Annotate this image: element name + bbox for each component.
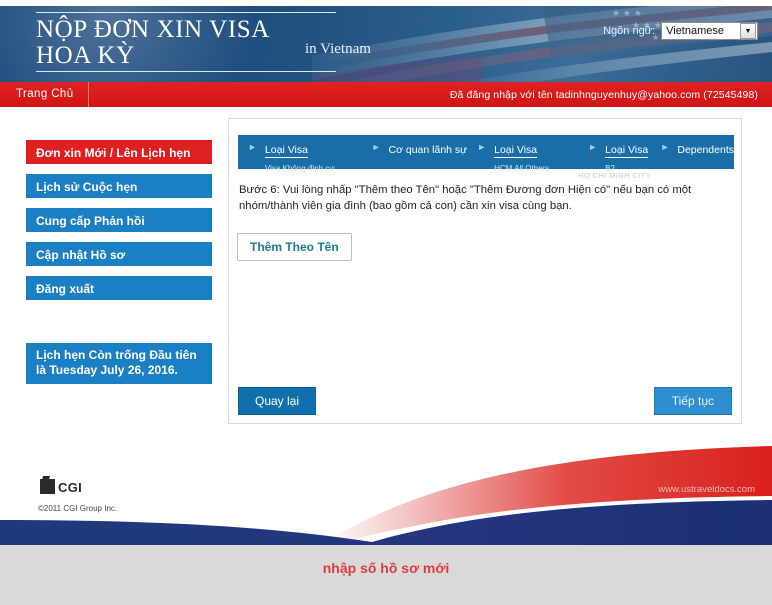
- breadcrumb-main-2: Loại Visa: [494, 144, 538, 158]
- triangle-right-icon: ►: [248, 142, 257, 152]
- site-url-text: www.ustraveldocs.com: [658, 484, 755, 495]
- triangle-right-icon: ►: [477, 142, 487, 152]
- page-title: NỘP ĐƠN XIN VISA HOA KỲ: [36, 12, 336, 72]
- bottom-caption: nhập số hồ sơ mới: [322, 560, 450, 576]
- triangle-right-icon: ►: [660, 142, 670, 152]
- breadcrumb-main-0: Loại Visa: [264, 144, 308, 158]
- back-button[interactable]: Quay lại: [238, 387, 317, 415]
- language-value: Vietnamese: [666, 25, 724, 37]
- page-subtitle: in Vietnam: [305, 41, 371, 57]
- sidebar-item-update-profile[interactable]: Cập nhật Hồ sơ: [26, 242, 212, 266]
- copyright-text: ©2011 CGI Group Inc.: [38, 504, 118, 513]
- login-status: Đã đăng nhập với tên tadinhnguyenhuy@yah…: [449, 88, 758, 101]
- breadcrumb-item-visa-category[interactable]: ► Loại Visa Visa Không định cư: [238, 139, 362, 173]
- step-instruction-text: Bước 6: Vui lòng nhấp "Thêm theo Tên" ho…: [239, 184, 692, 212]
- language-label: Ngôn ngữ:: [603, 25, 656, 37]
- breadcrumb-main-3: Loại Visa: [605, 144, 649, 158]
- site-footer: CGI ©2011 CGI Group Inc. www.ustraveldoc…: [0, 442, 772, 545]
- content-panel: ► Loại Visa Visa Không định cư ► Cơ quan…: [228, 118, 742, 424]
- breadcrumb-item-post[interactable]: ► Cơ quan lãnh sự: [362, 139, 468, 169]
- breadcrumb-item-visa-class[interactable]: ► Loại Visa B2: [578, 139, 650, 173]
- breadcrumb-sub-0: Visa Không định cư: [264, 164, 335, 173]
- continue-button[interactable]: Tiếp tục: [653, 387, 732, 415]
- breadcrumb-city-note: HO CHI MINH CITY: [578, 171, 652, 180]
- first-available-appointment-notice: Lịch hẹn Còn trống Đầu tiên là Tuesday J…: [26, 343, 212, 384]
- svg-text:★ ★ ★: ★ ★ ★: [612, 9, 642, 19]
- us-flag-banner-icon: ★ ★ ★ ★ ★ ★ ★ ★: [312, 6, 772, 82]
- sidebar: Đơn xin Mới / Lên Lịch hẹn Lịch sử Cuộc …: [26, 140, 212, 310]
- breadcrumb: ► Loại Visa Visa Không định cư ► Cơ quan…: [238, 135, 734, 173]
- breadcrumb-sub-2: HCM All Others: [494, 164, 550, 173]
- page-root: ★ ★ ★ ★ ★ ★ ★ ★ NỘP ĐƠN XIN VISA HOA KỲ …: [0, 0, 772, 605]
- breadcrumb-main-1: Cơ quan lãnh sự: [388, 144, 468, 156]
- site-header: ★ ★ ★ ★ ★ ★ ★ ★ NỘP ĐƠN XIN VISA HOA KỲ …: [0, 6, 772, 82]
- sidebar-item-provide-feedback[interactable]: Cung cấp Phản hồi: [26, 208, 212, 232]
- cgi-logo-icon: CGI: [40, 479, 82, 494]
- add-by-name-button[interactable]: Thêm Theo Tên: [237, 233, 352, 261]
- breadcrumb-item-dependents[interactable]: ► Dependents: [650, 139, 734, 169]
- nav-item-home[interactable]: Trang Chủ: [0, 82, 89, 107]
- cgi-logo-text: CGI: [58, 480, 83, 495]
- cgi-mark-icon: [40, 479, 55, 494]
- language-selector[interactable]: Ngôn ngữ: Vietnamese ▼: [603, 22, 758, 40]
- chevron-down-icon[interactable]: ▼: [740, 23, 756, 39]
- triangle-right-icon: ►: [588, 142, 598, 152]
- sidebar-item-logout[interactable]: Đăng xuất: [26, 276, 212, 300]
- footer-wave-graphic: [0, 446, 772, 545]
- sidebar-item-appointment-history[interactable]: Lịch sử Cuộc hẹn: [26, 174, 212, 198]
- breadcrumb-item-visa-type[interactable]: ► Loại Visa HCM All Others: [467, 139, 578, 173]
- language-dropdown[interactable]: Vietnamese ▼: [661, 22, 758, 40]
- triangle-right-icon: ►: [371, 142, 381, 152]
- breadcrumb-main-4: Dependents: [677, 144, 734, 156]
- main-navbar: Trang Chủ Đã đăng nhập với tên tadinhngu…: [0, 82, 772, 107]
- sidebar-item-new-application[interactable]: Đơn xin Mới / Lên Lịch hẹn: [26, 140, 212, 164]
